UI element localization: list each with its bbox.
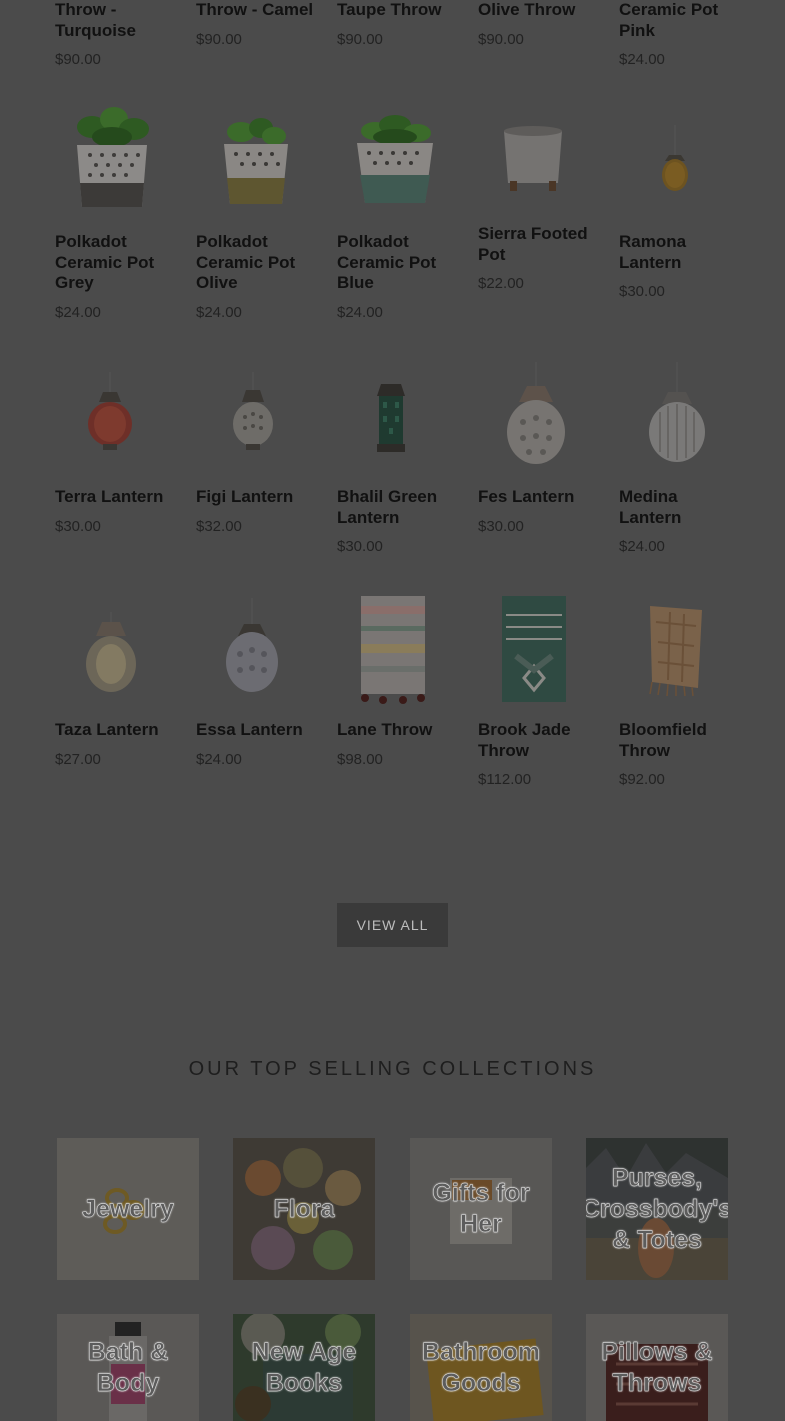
collection-label: Pillows & Throws [601,1337,713,1397]
product-price: $24.00 [55,303,101,321]
collection-tile-jewelry[interactable]: Jewelry [57,1138,199,1280]
product-title[interactable]: Bhalil Green Lantern [337,487,457,528]
product-card[interactable]: Fes Lantern $30.00 [478,487,598,535]
product-image-polkadot-olive[interactable] [206,118,306,208]
product-price: $90.00 [337,30,383,48]
product-card[interactable]: Ceramic Pot Pink $24.00 [619,0,739,68]
product-title[interactable]: Taza Lantern [55,720,175,741]
product-price: $90.00 [55,51,101,68]
collection-tile-purses[interactable]: Purses, Crossbody's & Totes [586,1138,728,1280]
collections-heading: OUR TOP SELLING COLLECTIONS [188,1058,597,1080]
product-title[interactable]: Brook Jade Throw [478,720,598,761]
collection-tile-flora[interactable]: Flora [233,1138,375,1280]
product-title[interactable]: Fes Lantern [478,487,598,508]
product-title[interactable]: Throw - Camel [196,0,316,21]
product-card[interactable]: Bloomfield Throw $92.00 [619,720,739,788]
product-image-ramona-lantern[interactable] [655,125,695,195]
collection-tile-gifts-for-her[interactable]: Gifts for Her [410,1138,552,1280]
product-title[interactable]: Essa Lantern [196,720,316,741]
product-title[interactable]: Polkadot Ceramic Pot Olive [196,232,316,294]
product-card[interactable]: Lane Throw $98.00 [337,720,457,768]
product-image-terra-lantern[interactable] [85,372,135,457]
product-title[interactable]: Polkadot Ceramic Pot Grey [55,232,175,294]
product-title[interactable]: Figi Lantern [196,487,316,508]
product-card[interactable]: Sierra Footed Pot $22.00 [478,224,598,292]
product-title[interactable]: Polkadot Ceramic Pot Blue [337,232,457,294]
collection-label: New Age Books [251,1337,357,1397]
product-price: $24.00 [619,51,665,68]
product-price: $27.00 [55,750,101,768]
product-price: $90.00 [196,30,242,48]
product-price: $22.00 [478,275,524,292]
product-card[interactable]: Brook Jade Throw $112.00 [478,720,598,788]
product-card[interactable]: Essa Lantern $24.00 [196,720,316,768]
collection-label: Bathroom Goods [421,1337,541,1397]
collection-label: Jewelry [82,1194,174,1223]
product-price: $32.00 [196,517,242,535]
collection-tile-bathroom-goods[interactable]: Bathroom Goods [410,1314,552,1421]
product-price: $90.00 [478,30,524,48]
product-price: $24.00 [337,303,383,321]
product-price: $112.00 [478,771,532,788]
collection-label: Flora [273,1194,335,1223]
product-image-bloomfield-throw[interactable] [640,602,710,697]
product-title[interactable]: Sierra Footed Pot [478,224,598,265]
collection-label: Bath & Body [87,1337,169,1397]
product-price: $30.00 [619,283,665,300]
product-card[interactable]: Olive Throw $90.00 [478,0,598,48]
product-card[interactable]: Figi Lantern $32.00 [196,487,316,535]
product-image-figi-lantern[interactable] [230,372,276,457]
product-price: $30.00 [337,538,383,555]
product-card[interactable]: Polkadot Ceramic Pot Blue $24.00 [337,232,457,321]
collection-label: Gifts for Her [432,1179,530,1238]
product-price: $24.00 [196,303,242,321]
product-card[interactable]: Taupe Throw $90.00 [337,0,457,48]
product-card[interactable]: Bhalil Green Lantern $30.00 [337,487,457,555]
product-title[interactable]: Taupe Throw [337,0,457,21]
product-title[interactable]: Throw - Turquoise [55,0,175,41]
product-card[interactable]: Ramona Lantern $30.00 [619,232,739,300]
product-card[interactable]: Throw - Turquoise $90.00 [55,0,175,68]
product-title[interactable]: Ramona Lantern [619,232,739,273]
product-price: $30.00 [478,517,524,535]
product-card[interactable]: Terra Lantern $30.00 [55,487,175,535]
product-image-bhalil-lantern[interactable] [373,382,409,457]
collection-tile-bath-body[interactable]: Bath & Body [57,1314,199,1421]
product-title[interactable]: Medina Lantern [619,487,739,528]
product-price: $92.00 [619,771,665,788]
product-card[interactable]: Polkadot Ceramic Pot Olive $24.00 [196,232,316,321]
product-title[interactable]: Ceramic Pot Pink [619,0,739,41]
product-price: $24.00 [619,538,665,555]
product-card[interactable]: Throw - Camel $90.00 [196,0,316,48]
product-image-fes-lantern[interactable] [505,362,567,467]
product-price: $24.00 [196,750,242,768]
view-all-button[interactable]: VIEW ALL [337,903,448,947]
product-image-lane-throw[interactable] [355,596,431,706]
product-image-brook-jade-throw[interactable] [496,596,572,706]
product-title[interactable]: Bloomfield Throw [619,720,739,761]
product-title[interactable]: Olive Throw [478,0,598,21]
collection-tile-pillows-throws[interactable]: Pillows & Throws [586,1314,728,1421]
product-card[interactable]: Polkadot Ceramic Pot Grey $24.00 [55,232,175,321]
collection-tile-new-age-books[interactable]: New Age Books [233,1314,375,1421]
product-card[interactable]: Medina Lantern $24.00 [619,487,739,555]
product-image-polkadot-grey[interactable] [62,105,162,210]
product-price: $98.00 [337,750,383,768]
product-image-sierra-pot[interactable] [500,125,566,195]
collection-label: Purses, Crossbody's & Totes [586,1163,728,1254]
page: Throw - Turquoise $90.00 Throw - Camel $… [0,0,785,1421]
product-title[interactable]: Terra Lantern [55,487,175,508]
product-image-taza-lantern[interactable] [84,612,138,694]
product-image-polkadot-blue[interactable] [345,115,445,207]
product-image-medina-lantern[interactable] [646,362,708,467]
product-title[interactable]: Lane Throw [337,720,457,741]
product-image-essa-lantern[interactable] [224,598,280,694]
product-card[interactable]: Taza Lantern $27.00 [55,720,175,768]
product-price: $30.00 [55,517,101,535]
